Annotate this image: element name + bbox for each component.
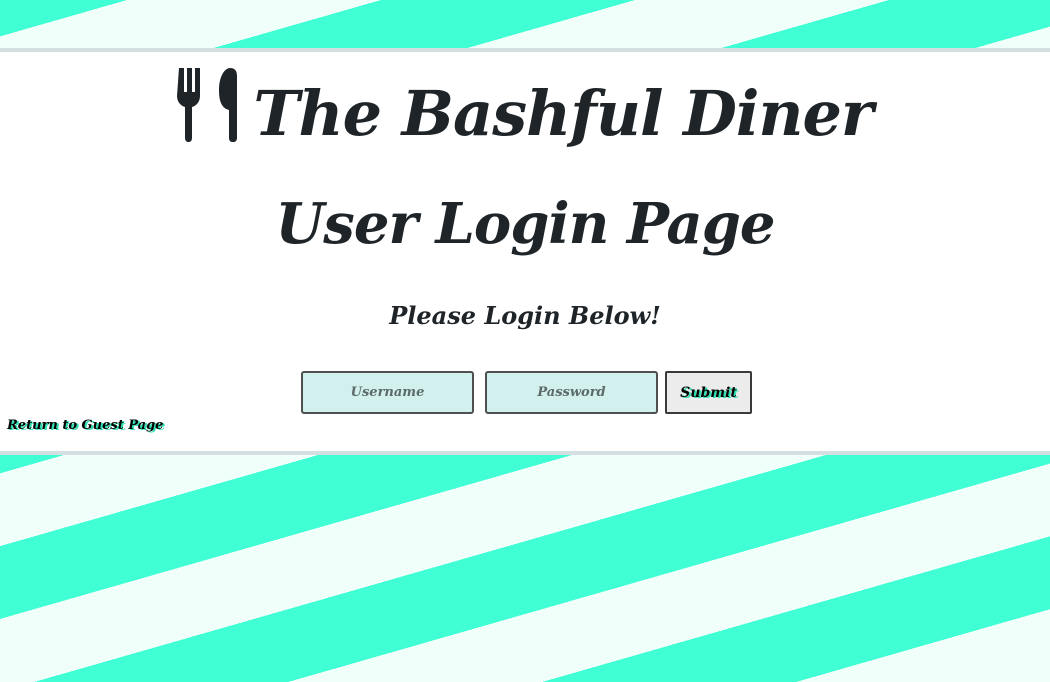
content-panel: The Bashful Diner User Login Page Please… [0,48,1050,455]
login-form: Submit [0,367,1050,414]
submit-button[interactable]: Submit [665,371,752,414]
return-to-guest-link[interactable]: Return to Guest Page [7,418,163,433]
username-input[interactable] [301,371,474,414]
utensils-icon [177,67,239,161]
page-title: User Login Page [275,191,775,257]
password-input[interactable] [485,371,658,414]
login-prompt: Please Login Below! [389,301,661,330]
site-title: The Bashful Diner [0,67,1050,161]
site-title-text: The Bashful Diner [253,77,873,150]
